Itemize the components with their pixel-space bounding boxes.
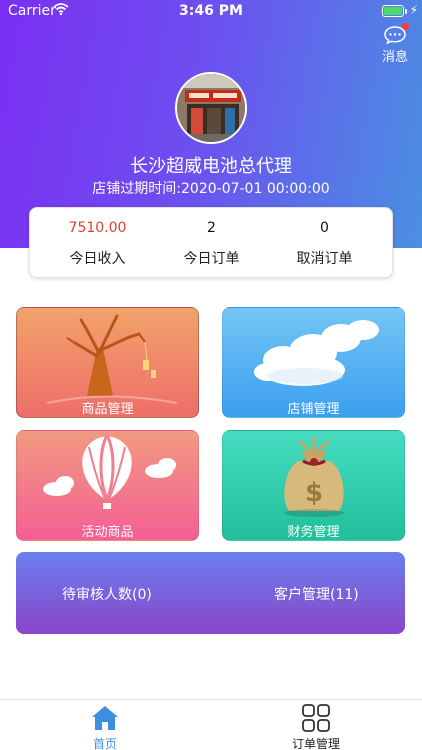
orders-label: 今日订单	[183, 251, 240, 267]
grid-icon	[301, 703, 331, 733]
goods-management-tile[interactable]: 商品管理	[16, 307, 199, 418]
store-name: 长沙超威电池总代理	[130, 156, 292, 177]
orders-value: 2	[207, 220, 216, 236]
customer-management-button[interactable]: 客户管理(11)	[274, 584, 359, 604]
store-avatar[interactable]	[175, 72, 247, 144]
activity-goods-tile[interactable]: 活动商品	[16, 430, 199, 541]
home-icon	[90, 703, 120, 733]
tab-bar: 首页 订单管理	[0, 699, 422, 750]
message-icon	[384, 23, 409, 45]
store-expire-time: 店铺过期时间:2020-07-01 00:00:00	[92, 181, 330, 197]
income-value: 7510.00	[68, 220, 127, 236]
cancelled-value: 0	[320, 220, 329, 236]
income-label: 今日收入	[69, 251, 126, 267]
cancelled-label: 取消订单	[296, 251, 353, 267]
svg-text:$: $	[305, 478, 323, 508]
today-stats-card: 7510.00 今日收入 2 今日订单 0 取消订单	[29, 207, 393, 278]
battery-tip	[405, 9, 407, 14]
stat-income[interactable]: 7510.00 今日收入	[37, 208, 158, 279]
unread-dot	[402, 23, 409, 30]
charging-icon: ⚡	[409, 3, 418, 17]
finance-management-tile[interactable]: $ 财务管理	[222, 430, 405, 541]
tab-orders[interactable]: 订单管理	[276, 703, 356, 750]
battery-icon	[382, 5, 404, 17]
goods-management-label: 商品管理	[81, 402, 134, 417]
status-bar: Carrier 3:46 PM ⚡	[0, 0, 422, 24]
stat-cancelled[interactable]: 0 取消订单	[264, 208, 385, 279]
tab-orders-label: 订单管理	[291, 737, 340, 750]
finance-management-label: 财务管理	[287, 525, 340, 540]
tab-home-label: 首页	[92, 737, 117, 750]
pending-review-button[interactable]: 待审核人数(0)	[62, 584, 152, 604]
shop-management-label: 店铺管理	[287, 402, 340, 417]
stat-orders[interactable]: 2 今日订单	[151, 208, 272, 279]
shop-management-tile[interactable]: 店铺管理	[222, 307, 405, 418]
message-label: 消息	[381, 50, 408, 65]
tab-home[interactable]: 首页	[65, 703, 145, 750]
review-customer-panel: 待审核人数(0) 客户管理(11)	[16, 552, 405, 634]
activity-goods-label: 活动商品	[81, 525, 134, 540]
status-time: 3:46 PM	[179, 3, 243, 19]
message-button[interactable]: 消息	[380, 23, 410, 65]
